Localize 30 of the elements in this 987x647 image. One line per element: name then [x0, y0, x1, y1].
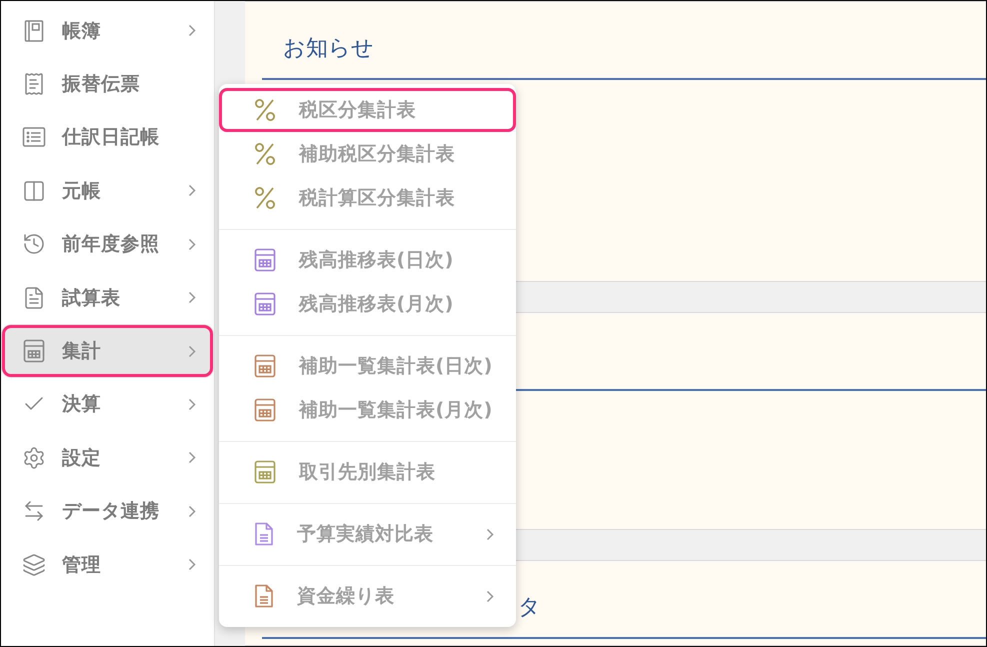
- menu-item[interactable]: 補助一覧集計表(日次): [219, 344, 516, 388]
- sidebar-item[interactable]: 仕訳日記帳: [1, 110, 214, 164]
- sidebar-item[interactable]: データ連携: [1, 484, 214, 538]
- history-icon: [22, 232, 46, 256]
- menu-item[interactable]: 残高推移表(日次): [219, 238, 516, 282]
- menu-item[interactable]: 資金繰り表: [219, 574, 516, 618]
- book-icon: [22, 18, 46, 43]
- sidebar-item[interactable]: 帳簿: [1, 4, 214, 58]
- sidebar-item[interactable]: 設定: [1, 431, 214, 485]
- menu-item[interactable]: 取引先別集計表: [219, 450, 516, 494]
- sidebar-item[interactable]: 試算表: [1, 270, 214, 324]
- columns-icon: [22, 178, 46, 203]
- sidebar-item[interactable]: 振替伝票: [1, 57, 214, 111]
- sidebar-item[interactable]: 管理: [1, 538, 214, 592]
- sidebar-item[interactable]: 元帳: [1, 164, 214, 218]
- menu-item[interactable]: 税計算区分集計表: [219, 176, 516, 220]
- menu-item[interactable]: 税区分集計表: [219, 88, 516, 132]
- list-icon: [22, 125, 46, 150]
- menu-item[interactable]: 補助一覧集計表(月次): [219, 388, 516, 432]
- sidebar-item[interactable]: 決算: [1, 378, 214, 432]
- settings-icon: [22, 446, 46, 470]
- layers-icon: [22, 552, 46, 577]
- menu-item[interactable]: 残高推移表(月次): [219, 282, 516, 326]
- sidebar-item[interactable]: 前年度参照: [1, 218, 214, 271]
- panel-title: お知らせ: [283, 35, 374, 63]
- menu-item[interactable]: 補助税区分集計表: [219, 132, 516, 176]
- panel-title: タ: [518, 594, 541, 622]
- sidebar-item[interactable]: 集計: [1, 324, 214, 378]
- table-icon: [22, 339, 46, 364]
- menu-item[interactable]: 予算実績対比表: [219, 512, 516, 556]
